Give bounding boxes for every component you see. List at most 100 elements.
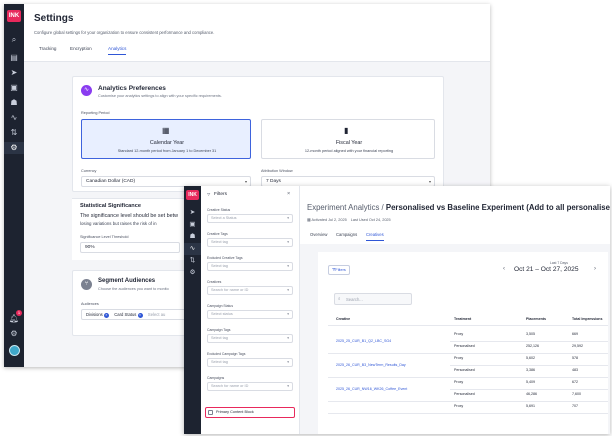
tab-campaigns[interactable]: Campaigns [336,232,357,237]
col-header-impressions[interactable]: Total Impressions [572,317,603,321]
group-divider [328,353,608,354]
tab-tracking[interactable]: Tracking [39,46,56,51]
filter-label: Creative Status [207,208,231,212]
ink-logo[interactable]: INK [7,10,21,22]
filter-select[interactable]: Select tag ▾ [207,238,293,247]
page-subtitle: Configure global settings for your organ… [34,30,215,35]
filter-select[interactable]: Select status ▾ [207,310,293,319]
filter-placeholder: Select tag [211,360,228,364]
threshold-select[interactable]: 90% [80,242,180,253]
filter-label: Campaign Status [207,304,234,308]
filter-select[interactable]: Select tag ▾ [207,358,293,367]
people-icon[interactable]: ☗ [184,231,201,243]
cell-treatment: Personalised [454,368,475,372]
trending-icon[interactable]: ∿ [184,243,201,255]
filter-select[interactable]: Search for name or ID ▾ [207,382,293,391]
close-icon[interactable]: × [103,313,109,318]
fiscal-year-option[interactable]: ▮ Fiscal Year 12-month period aligned wi… [261,119,435,159]
primary-content-block-checkbox[interactable] [208,410,213,415]
primary-content-block-label[interactable]: Primary Content Block [216,410,254,414]
close-icon[interactable]: × [287,191,290,197]
flow-icon[interactable]: ⇅ [4,127,24,139]
date-caption: Last 7 Days [550,261,568,265]
gear-icon[interactable]: ⚙ [184,267,201,279]
filter-label: Creatives [207,280,222,284]
group-divider [328,413,608,414]
audiences-label: Audiences [81,302,99,306]
search-input[interactable]: ⌕ Search... [334,293,412,305]
tab-overview[interactable]: Overview [310,232,327,237]
prev-arrow-icon[interactable]: ‹ [503,266,505,272]
currency-value: Canadian Dollar (CAD) [86,179,136,184]
chevron-down-icon: ▾ [287,312,289,316]
filters-title: Filters [214,192,228,197]
filter-select[interactable]: Select tag ▾ [207,334,293,343]
cog-icon[interactable]: ⚙ [4,328,24,340]
cell-treatment: Personalised [454,392,475,396]
group-divider [328,377,608,378]
send-icon[interactable]: ➤ [4,67,24,79]
experiment-window: INK ➤ ▣ ☗ ∿ ⇅ ⚙ ⛛ Filters × Creative Sta… [184,186,610,434]
people-icon[interactable]: ☗ [4,97,24,109]
cell-impressions: 578 [572,356,578,360]
trending-icon[interactable]: ∿ [4,112,24,124]
tab-creatives[interactable]: Creatives [366,232,384,241]
image-icon[interactable]: ▣ [4,82,24,94]
page-title: Settings [34,13,74,24]
row-divider [450,365,608,366]
image-icon[interactable]: ▣ [184,219,201,231]
cell-impressions: 7,600 [572,392,581,396]
filter-select[interactable]: Select tag ▾ [207,262,293,271]
analytics-heading: Analytics Preferences [98,85,166,92]
filter-placeholder: Search for name or ID [211,384,249,388]
close-icon[interactable]: × [137,313,143,318]
col-header-treatment[interactable]: Treatment [454,317,471,321]
search-icon[interactable]: ⌕ [4,34,24,46]
filter-select[interactable]: Select a Status ▾ [207,214,293,223]
breadcrumb-root[interactable]: Experiment Analytics [307,203,379,212]
calendar-year-option[interactable]: ▦ Calendar Year Standard 12-month period… [81,119,251,159]
row-divider [450,389,608,390]
sidebar: INK ⌕ ▤ ➤ ▣ ☗ ∿ ⇅ ⚙ 🔔︎ 1 ⚙ [4,4,24,367]
col-header-placements[interactable]: Placements [526,317,546,321]
layout-icon[interactable]: ▤ [4,52,24,64]
creative-link[interactable]: 2025_26_CUR_B3_NewTerm_Results_Day [336,363,406,367]
ink-logo[interactable]: INK [186,190,199,200]
date-range[interactable]: Oct 21 – Oct 27, 2025 [514,266,579,273]
analytics-preferences-card: ∿ Analytics Preferences Customise your a… [72,76,444,192]
chevron-down-icon: ▾ [287,288,289,292]
chip-card-status[interactable]: Card Status × [114,312,143,318]
chip-divisions[interactable]: Divisions × [86,312,109,318]
group-divider [328,401,608,402]
flow-icon[interactable]: ⇅ [184,255,201,267]
last-used-date: Last Used Oct 24, 2025 [350,218,391,222]
gear-icon[interactable]: ⚙ [4,142,24,154]
currency-label: Currency [81,169,97,173]
chevron-down-icon: ▾ [428,179,431,184]
segment-description: Choose the audiences you want to monito [98,287,169,291]
cell-placements: 3,386 [526,368,535,372]
avatar[interactable] [9,345,20,356]
next-arrow-icon[interactable]: › [594,266,596,272]
filters-button[interactable]: ⛛Filters [328,265,350,275]
tab-analytics[interactable]: Analytics [108,46,127,55]
filter-select[interactable]: Search for name or ID ▾ [207,286,293,295]
creative-link[interactable]: 2025_25_CUR_B1_Q2_LBC_SG4 [336,339,391,343]
cell-treatment: Proxy [454,380,464,384]
cell-placements: 5,409 [526,380,535,384]
fiscal-year-title: Fiscal Year [335,140,363,146]
experiment-main: Experiment Analytics / Personalised vs B… [300,186,610,434]
filter-label: Excluded Creative Tags [207,256,243,260]
breadcrumb: Experiment Analytics / Personalised vs B… [307,203,610,212]
settings-header: Settings Configure global settings for y… [24,4,490,62]
analytics-description: Customise your analytics settings to ali… [98,94,222,98]
chevron-down-icon: ▾ [287,240,289,244]
filter-label: Excluded Campaign Tags [207,352,246,356]
calendar-icon: ▦ [162,126,170,135]
tab-encryption[interactable]: Encryption [70,46,92,51]
send-icon[interactable]: ➤ [184,207,201,219]
creative-link[interactable]: 2025_26_CUR_NW16_WK26_Coffee_Event [336,387,407,391]
cell-placements: 5,602 [526,356,535,360]
col-header-creative[interactable]: Creative [336,317,350,321]
cell-placements: 5,691 [526,404,535,408]
